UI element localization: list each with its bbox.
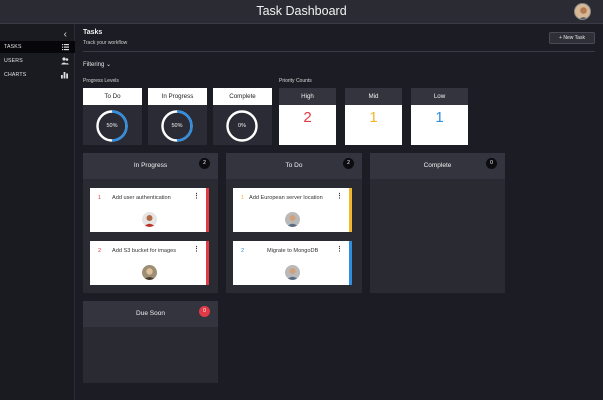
assignee-avatar <box>285 265 300 280</box>
priority-card-high: High 2 <box>279 88 336 145</box>
task-title: Add European server location <box>249 195 323 201</box>
priority-bar <box>206 188 209 232</box>
page-title: Tasks <box>83 29 103 36</box>
task-priority: 1 <box>241 195 245 201</box>
new-task-button[interactable]: + New Task <box>549 32 595 44</box>
task-card[interactable]: 1 Add user authentication ⋮ <box>90 188 209 232</box>
assignee-avatar <box>285 212 300 227</box>
app-title: Task Dashboard <box>256 4 347 18</box>
priority-bar <box>349 188 352 232</box>
more-vertical-icon[interactable]: ⋮ <box>193 192 200 200</box>
assignee-avatar <box>142 212 157 227</box>
user-avatar[interactable] <box>574 3 591 20</box>
task-card[interactable]: 2 Migrate to MongoDB ⋮ <box>233 241 352 285</box>
task-title: Add user authentication <box>112 195 171 201</box>
more-vertical-icon[interactable]: ⋮ <box>193 245 200 253</box>
column-title: In Progress <box>83 153 218 179</box>
page-subtitle: Track your workflow <box>83 40 128 46</box>
chevron-down-icon: ⌄ <box>106 62 112 68</box>
sidebar-item-charts[interactable]: CHARTS <box>0 69 75 81</box>
column-count-badge: 2 <box>199 158 210 169</box>
progress-card-title: To Do <box>83 88 142 105</box>
column-complete: Complete 0 <box>370 153 505 293</box>
priority-count: 2 <box>303 109 312 126</box>
assignee-avatar <box>142 265 157 280</box>
more-vertical-icon[interactable]: ⋮ <box>336 245 343 253</box>
sidebar-item-label: USERS <box>4 58 23 64</box>
filtering-toggle[interactable]: Filtering ⌄ <box>83 61 111 68</box>
sidebar-item-label: CHARTS <box>4 72 27 78</box>
sidebar-item-tasks[interactable]: TASKS <box>0 41 75 53</box>
progress-value: 50% <box>106 123 118 129</box>
priority-card-title: Mid <box>345 88 402 105</box>
column-title: To Do <box>226 153 362 179</box>
more-vertical-icon[interactable]: ⋮ <box>336 192 343 200</box>
progress-card-title: Complete <box>213 88 272 105</box>
progress-card-in-progress: In Progress 50% <box>148 88 207 145</box>
progress-card-todo: To Do 50% <box>83 88 142 145</box>
priority-counts-label: Priority Counts <box>279 78 312 84</box>
column-to-do: To Do 2 1 Add European server location ⋮… <box>226 153 362 293</box>
progress-value: 0% <box>238 123 246 129</box>
column-title: Due Soon <box>83 301 218 327</box>
priority-card-low: Low 1 <box>411 88 468 145</box>
column-in-progress: In Progress 2 1 Add user authentication … <box>83 153 218 293</box>
header-divider <box>83 51 595 52</box>
task-card[interactable]: 2 Add S3 bucket for images ⋮ <box>90 241 209 285</box>
task-title: Migrate to MongoDB <box>267 248 319 254</box>
main-content: Tasks Track your workflow + New Task Fil… <box>76 24 603 400</box>
column-count-badge: 2 <box>343 158 354 169</box>
progress-card-complete: Complete 0% <box>213 88 272 145</box>
task-priority: 2 <box>98 248 102 254</box>
sidebar-item-users[interactable]: USERS <box>0 55 75 67</box>
priority-count: 1 <box>435 109 444 126</box>
top-bar: Task Dashboard <box>0 0 603 24</box>
task-priority: 2 <box>241 248 245 254</box>
column-count-badge: 0 <box>199 306 210 317</box>
column-count-badge: 0 <box>486 158 497 169</box>
sidebar: ‹ TASKS USERS CHARTS <box>0 24 75 400</box>
task-card[interactable]: 1 Add European server location ⋮ <box>233 188 352 232</box>
priority-card-title: High <box>279 88 336 105</box>
filtering-label: Filtering <box>83 62 105 68</box>
priority-bar <box>206 241 209 285</box>
priority-bar <box>349 241 352 285</box>
sidebar-item-label: TASKS <box>4 44 22 50</box>
column-title: Complete <box>370 153 505 179</box>
task-priority: 1 <box>98 195 102 201</box>
bar-chart-icon <box>61 69 69 86</box>
collapse-sidebar-icon[interactable]: ‹ <box>64 29 67 40</box>
priority-card-title: Low <box>411 88 468 105</box>
task-title: Add S3 bucket for images <box>112 248 177 254</box>
progress-card-title: In Progress <box>148 88 207 105</box>
column-due-soon: Due Soon 0 <box>83 301 218 383</box>
progress-value: 50% <box>171 123 183 129</box>
progress-levels-label: Progress Levels <box>83 78 119 84</box>
priority-count: 1 <box>369 109 378 126</box>
priority-card-mid: Mid 1 <box>345 88 402 145</box>
